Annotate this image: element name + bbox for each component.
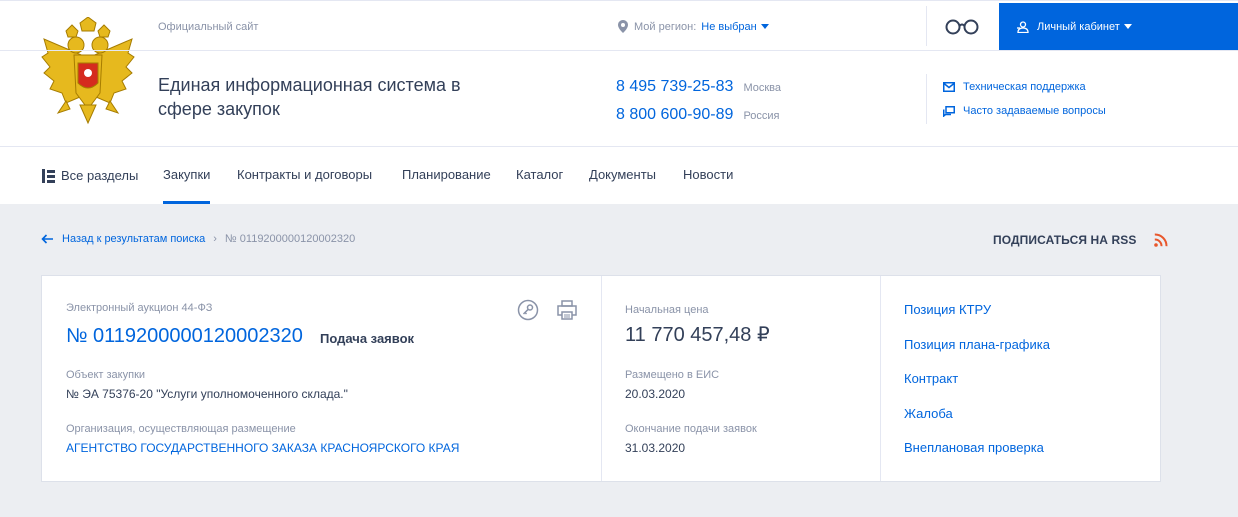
purchase-status: Подача заявок [320, 331, 415, 346]
printer-icon[interactable] [556, 299, 578, 321]
region-label: Мой регион: [634, 20, 697, 33]
site-header: Официальный сайт Единая информационная с… [0, 0, 1238, 147]
rss-subscribe-button[interactable]: ПОДПИСАТЬСЯ НА RSS [993, 233, 1168, 247]
posted-label: Размещено в ЕИС [625, 369, 720, 381]
user-login-icon [1017, 20, 1029, 33]
object-value: № ЭА 75376-20 "Услуги уполномоченного ск… [66, 387, 348, 401]
column-divider [880, 276, 881, 481]
phone-moscow[interactable]: 8 495 739-25-83 Москва [616, 78, 781, 96]
nav-item-all-sections[interactable]: Все разделы [42, 147, 138, 204]
posted-date: 20.03.2020 [625, 387, 686, 401]
back-to-results-link[interactable]: Назад к результатам поиска [62, 233, 205, 245]
personal-cabinet-label: Личный кабинет [1037, 20, 1120, 33]
official-site-label: Официальный сайт [158, 21, 259, 33]
region-selector[interactable]: Мой регион: Не выбран [618, 20, 769, 33]
content-area: Назад к результатам поиска › № 011920000… [0, 204, 1238, 517]
sitemap-icon [42, 168, 55, 183]
chevron-down-icon [760, 24, 769, 29]
personal-cabinet-button[interactable]: Личный кабинет [999, 3, 1238, 50]
price-label: Начальная цена [625, 304, 709, 316]
purchase-type: Электронный аукцион 44-ФЗ [66, 302, 213, 314]
complaint-link[interactable]: Жалоба [904, 406, 953, 421]
location-pin-icon [618, 20, 628, 33]
arrow-left-icon[interactable] [41, 234, 54, 244]
org-label: Организация, осуществляющая размещение [66, 423, 296, 435]
divider [926, 6, 927, 46]
site-title[interactable]: Единая информационная система в сфере за… [158, 73, 498, 121]
phone-number[interactable]: 8 800 600-90-89 [616, 106, 733, 124]
org-link[interactable]: АГЕНТСТВО ГОСУДАРСТВЕННОГО ЗАКАЗА КРАСНО… [66, 441, 459, 455]
nav-item-label: Все разделы [61, 168, 139, 183]
nav-item-planning[interactable]: Планирование [402, 147, 491, 204]
contract-link[interactable]: Контракт [904, 371, 958, 386]
divider [926, 74, 927, 124]
russian-coat-of-arms-icon[interactable] [36, 17, 140, 127]
nav-item-purchases[interactable]: Закупки [163, 147, 211, 204]
faq-link-label: Часто задаваемые вопросы [963, 105, 1106, 117]
support-link[interactable]: Техническая поддержка [943, 81, 1086, 93]
faq-link[interactable]: Часто задаваемые вопросы [943, 105, 1106, 117]
plan-schedule-link[interactable]: Позиция плана-графика [904, 337, 1050, 352]
column-divider [601, 276, 602, 481]
deadline-label: Окончание подачи заявок [625, 423, 757, 435]
object-label: Объект закупки [66, 369, 146, 381]
breadcrumb-current: № 0119200000120002320 [224, 233, 356, 245]
phone-city: Россия [743, 110, 780, 122]
phone-city: Москва [743, 82, 781, 94]
region-value[interactable]: Не выбран [701, 21, 756, 33]
rss-icon [1154, 233, 1168, 247]
nav-item-documents[interactable]: Документы [589, 147, 656, 204]
chevron-down-icon [1123, 24, 1132, 29]
divider [0, 50, 1238, 51]
rss-label: ПОДПИСАТЬСЯ НА RSS [993, 233, 1137, 247]
purchase-card: Электронный аукцион 44-ФЗ № 011920000012… [41, 275, 1161, 482]
main-nav: Все разделы Закупки Контракты и договоры… [0, 147, 1238, 204]
phone-russia[interactable]: 8 800 600-90-89 Россия [616, 106, 780, 124]
nav-item-news[interactable]: Новости [683, 147, 733, 204]
nav-item-contracts[interactable]: Контракты и договоры [237, 147, 372, 204]
phone-number[interactable]: 8 495 739-25-83 [616, 78, 733, 96]
deadline-date: 31.03.2020 [625, 441, 686, 455]
nav-item-catalog[interactable]: Каталог [516, 147, 563, 204]
breadcrumb: Назад к результатам поиска › № 011920000… [41, 233, 355, 245]
chat-icon [943, 105, 955, 117]
price-value: 11 770 457,48 ₽ [625, 324, 770, 346]
glasses-icon[interactable] [944, 17, 980, 35]
unplanned-inspection-link[interactable]: Внеплановая проверка [904, 440, 1044, 455]
top-border [0, 0, 1238, 1]
support-link-label: Техническая поддержка [963, 81, 1086, 93]
key-icon[interactable] [517, 299, 539, 321]
ktru-link[interactable]: Позиция КТРУ [904, 302, 991, 317]
purchase-reg-number[interactable]: № 0119200000120002320 [66, 325, 303, 348]
breadcrumb-separator: › [213, 233, 217, 245]
mail-icon [943, 82, 955, 92]
